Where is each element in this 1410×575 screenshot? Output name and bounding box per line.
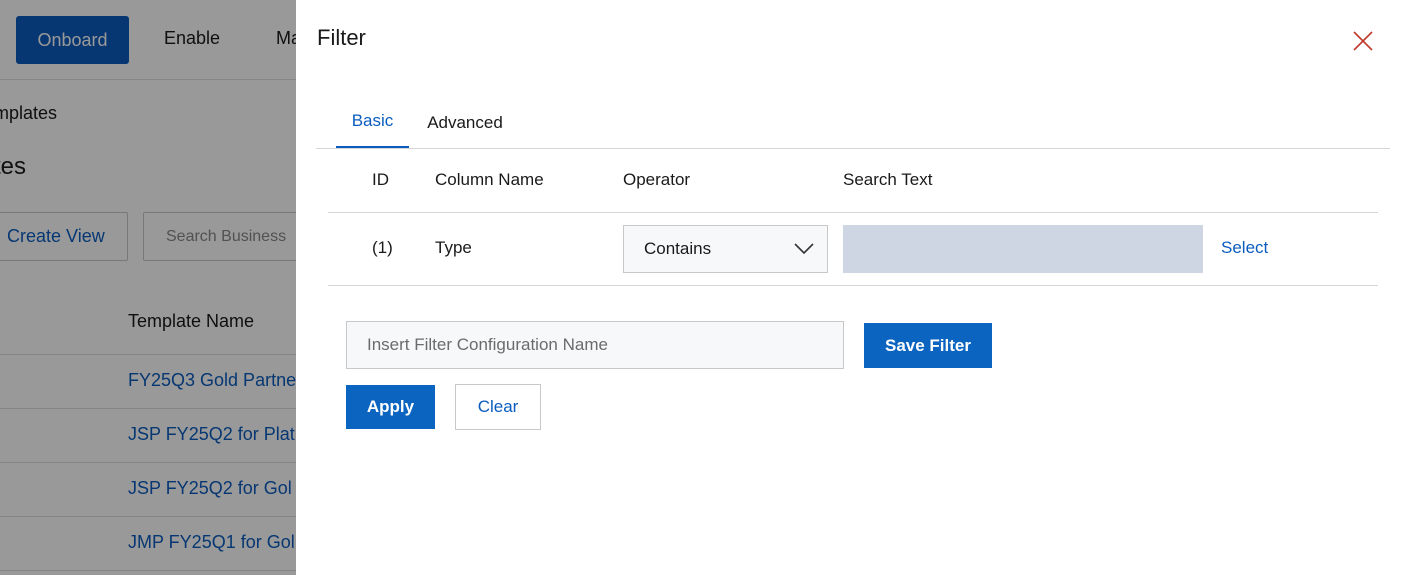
panel-title: Filter <box>317 25 366 50</box>
save-filter-button[interactable]: Save Filter <box>864 323 992 368</box>
search-text-field[interactable] <box>843 225 1203 273</box>
filter-panel: Filter Basic Advanced ID Column Name Ope… <box>296 0 1410 575</box>
filter-table-divider <box>328 212 1378 213</box>
filter-configuration-name-input[interactable] <box>346 321 844 369</box>
close-icon[interactable] <box>1348 26 1378 56</box>
filter-row-column-name: Type <box>435 238 472 257</box>
filter-row-id: (1) <box>372 238 393 257</box>
tab-advanced[interactable]: Advanced <box>418 96 512 149</box>
apply-button[interactable]: Apply <box>346 385 435 429</box>
operator-select[interactable]: Contains <box>623 225 828 273</box>
filter-table-divider <box>328 285 1378 286</box>
close-icon-svg <box>1353 31 1373 51</box>
column-header-id: ID <box>372 170 389 189</box>
chevron-down-icon <box>794 243 814 255</box>
select-link[interactable]: Select <box>1221 238 1268 258</box>
column-header-operator: Operator <box>623 170 691 189</box>
operator-selected-value: Contains <box>644 239 712 258</box>
tab-basic[interactable]: Basic <box>336 96 409 148</box>
column-header-search-text: Search Text <box>843 170 933 189</box>
column-header-column-name: Column Name <box>435 170 544 189</box>
filter-tabs: Basic Advanced <box>316 96 1390 149</box>
clear-button[interactable]: Clear <box>455 384 541 430</box>
